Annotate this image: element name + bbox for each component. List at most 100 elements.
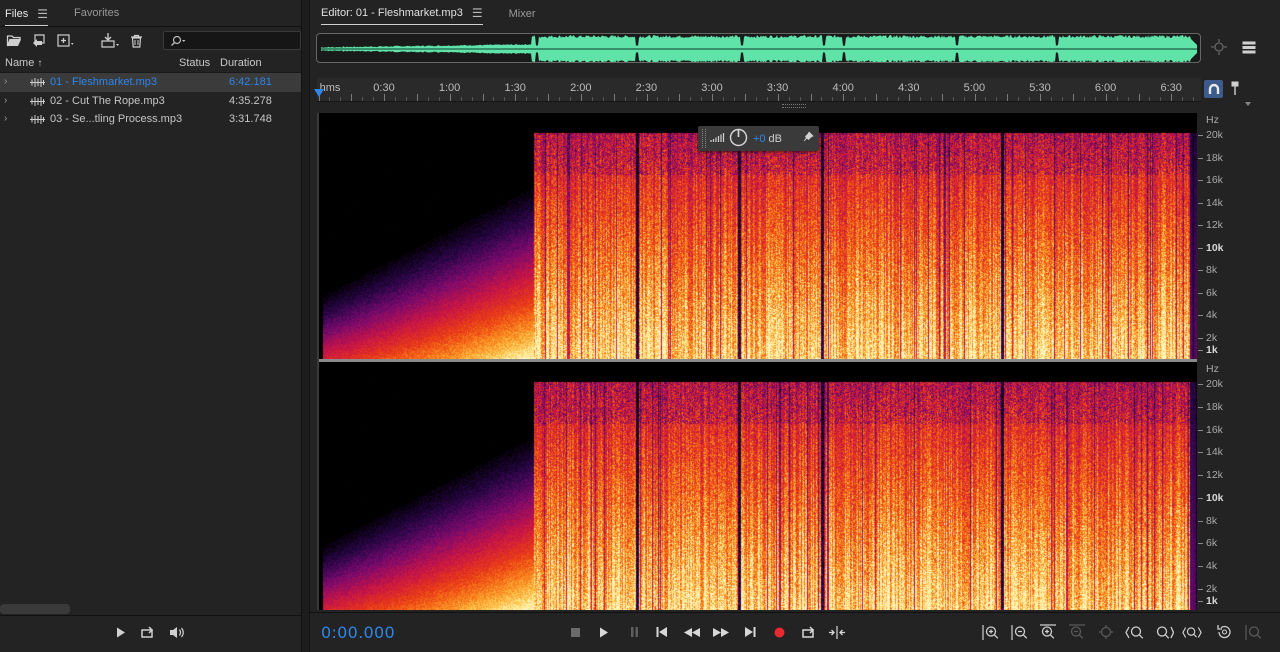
waveform-overview[interactable] (316, 33, 1201, 63)
list-item[interactable]: › 01 - Fleshmarket.mp3 6:42.181 (0, 73, 301, 92)
ruler-tick (559, 97, 561, 101)
tab-favorites[interactable]: Favorites (74, 0, 119, 27)
spectrogram-right-channel[interactable] (319, 362, 1197, 610)
frequency-tick (1198, 566, 1203, 568)
frequency-tick (1198, 270, 1203, 272)
ruler-time-label: 5:00 (963, 82, 986, 94)
expand-chevron-icon[interactable]: › (4, 95, 7, 106)
horizontal-scrollbar[interactable] (0, 604, 70, 614)
fast-forward-icon (713, 627, 729, 637)
time-ruler[interactable]: hms 0:30 1:00 1:30 2:00 2:30 3:00 3:30 4:00 4:30… (317, 78, 1201, 102)
frequency-label: 4k (1206, 309, 1218, 322)
ruler-tick (504, 97, 506, 101)
zoom-to-selection-icon[interactable] (1210, 38, 1228, 59)
collapse-arrow-icon[interactable] (1245, 102, 1251, 106)
ruler-tick (701, 97, 703, 101)
ruler-time-label: 4:30 (898, 82, 920, 94)
frequency-tick (1198, 601, 1203, 602)
frequency-tick (1198, 406, 1203, 408)
frequency-label: 16k (1206, 174, 1223, 187)
pin-marker-icon[interactable] (1231, 81, 1239, 98)
fast-forward-button[interactable] (712, 624, 730, 640)
go-to-start-button[interactable] (653, 624, 671, 640)
ruler-tick (788, 97, 790, 101)
frequency-unit-label: Hz (1206, 114, 1219, 126)
ruler-tick (548, 94, 550, 101)
audio-file-icon (30, 115, 45, 127)
new-file-icon[interactable] (56, 32, 76, 50)
ruler-tick (1083, 97, 1085, 101)
list-item[interactable]: › 03 - Se...tling Process.mp3 3:31.748 (0, 110, 301, 129)
zoom-in-time-button[interactable] (1038, 623, 1058, 641)
preview-loop-button[interactable] (140, 626, 155, 642)
panel-menu-icon[interactable]: ☰ (472, 6, 483, 20)
column-name[interactable]: Name ↑ (5, 57, 42, 69)
zoom-in-amplitude-button[interactable] (980, 623, 1000, 641)
ruler-tick (799, 97, 801, 101)
volume-unit: dB (768, 132, 783, 145)
frequency-axis-right[interactable]: Hz 20k 18k 16k 14k 12k 10k 8k 6k 4k 2k 1k (1198, 362, 1258, 610)
tab-files[interactable]: Files ☰ (5, 4, 48, 26)
file-list-header: Name ↑ Status Duration (0, 54, 301, 73)
play-icon (117, 627, 125, 638)
insert-into-multitrack-icon[interactable] (100, 32, 120, 50)
ruler-tick (1138, 94, 1140, 101)
ruler-tick (395, 97, 397, 101)
open-file-icon[interactable] (4, 32, 24, 50)
frequency-label: 12k (1206, 469, 1223, 482)
frequency-tick (1198, 350, 1203, 351)
preview-autoplay-button[interactable] (169, 626, 186, 642)
frequency-tick (1198, 429, 1203, 431)
import-file-icon[interactable] (30, 32, 50, 50)
volume-hud[interactable]: +0 dB (698, 126, 819, 151)
ruler-tick (996, 97, 998, 101)
hud-grip[interactable] (702, 129, 706, 148)
ruler-tick (690, 97, 692, 101)
zoom-reset-button[interactable] (1214, 623, 1234, 641)
list-item[interactable]: › 02 - Cut The Rope.mp3 4:35.278 (0, 92, 301, 111)
ruler-time-label: 1:30 (504, 82, 526, 94)
zoom-out-time-button[interactable] (1067, 623, 1087, 641)
volume-value: +0 (753, 132, 766, 145)
zoom-in-left-button[interactable] (1125, 623, 1145, 641)
ruler-tick (897, 97, 899, 101)
zoom-to-selection-button[interactable] (1182, 623, 1202, 641)
pause-button[interactable] (625, 624, 643, 640)
frequency-label: 1k (1206, 344, 1218, 356)
play-button[interactable] (595, 624, 613, 640)
skip-selection-button[interactable] (828, 624, 846, 640)
ruler-tick (340, 97, 342, 101)
ruler-tick (646, 94, 648, 101)
zoom-spectral-button[interactable] (1243, 623, 1263, 641)
rewind-button[interactable] (683, 624, 701, 640)
expand-chevron-icon[interactable]: › (4, 76, 7, 87)
panel-menu-icon[interactable]: ☰ (37, 7, 48, 21)
ruler-tick (602, 97, 604, 101)
zoom-out-amplitude-button[interactable] (1009, 623, 1029, 641)
ruler-tick (712, 94, 714, 101)
frequency-label: 20k (1206, 129, 1223, 141)
tab-editor[interactable]: Editor: 01 - Fleshmarket.mp3 ☰ (321, 6, 483, 25)
zoom-in-right-button[interactable] (1154, 623, 1174, 641)
column-status[interactable]: Status (179, 57, 210, 69)
frequency-axis-left[interactable]: Hz 20k 18k 16k 14k 12k 10k 8k 6k 4k 2k 1k (1198, 113, 1258, 359)
go-to-end-button[interactable] (741, 624, 759, 640)
preview-play-button[interactable] (116, 627, 126, 641)
stop-button[interactable] (566, 624, 584, 640)
snap-toggle-button[interactable] (1204, 80, 1223, 98)
record-button[interactable] (770, 624, 788, 640)
loop-playback-button[interactable] (799, 624, 817, 640)
pin-hud-icon[interactable] (803, 131, 814, 145)
playhead-marker[interactable] (314, 89, 324, 97)
column-duration[interactable]: Duration (220, 57, 262, 69)
vertical-zoom-grip[interactable] (782, 104, 806, 108)
zoom-out-full-button[interactable] (1096, 623, 1116, 641)
sort-ascending-icon: ↑ (37, 58, 43, 69)
current-time-display[interactable]: 0:00.000 (321, 623, 395, 642)
volume-knob-icon[interactable] (729, 128, 748, 150)
display-menu-icon[interactable] (1242, 41, 1256, 57)
search-input[interactable] (163, 31, 301, 50)
expand-chevron-icon[interactable]: › (4, 113, 7, 124)
delete-icon[interactable] (126, 32, 146, 50)
tab-mixer[interactable]: Mixer (509, 8, 536, 20)
